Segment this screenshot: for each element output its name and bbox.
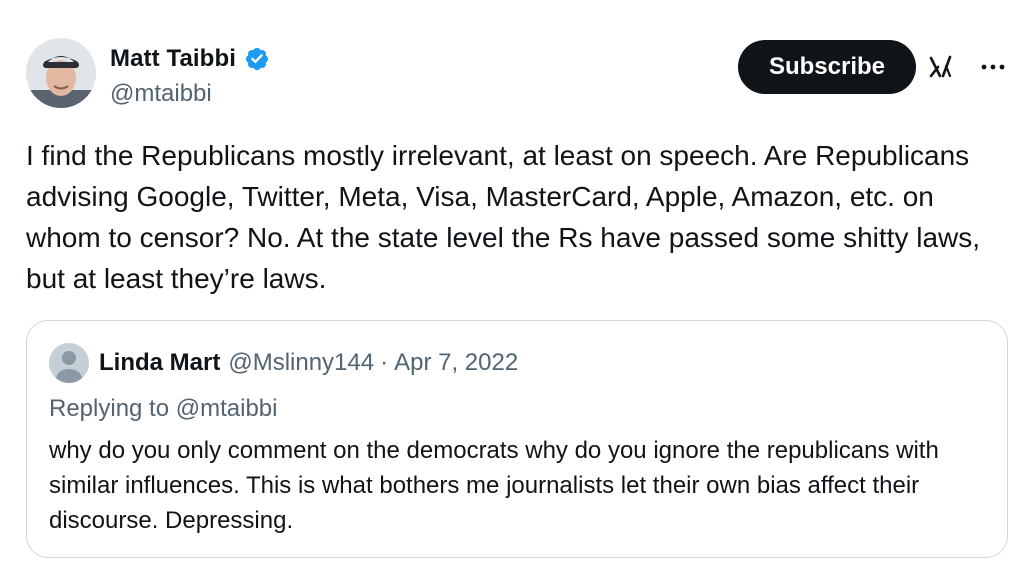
author-handle[interactable]: @mtaibbi [110, 80, 270, 108]
quoted-tweet-text: why do you only comment on the democrats… [49, 437, 939, 534]
author-avatar-image [26, 38, 96, 108]
author-display-name[interactable]: Matt Taibbi [110, 45, 236, 73]
tweet-header: Matt Taibbi @mtaibbi Subscribe [26, 38, 1008, 108]
author-avatar[interactable] [26, 38, 96, 108]
quoted-timestamp[interactable]: Apr 7, 2022 [394, 349, 518, 377]
quoted-author-avatar[interactable] [49, 343, 89, 383]
subscribe-button[interactable]: Subscribe [738, 40, 916, 94]
grok-icon[interactable] [926, 52, 956, 82]
quoted-author-display-name[interactable]: Linda Mart [99, 349, 220, 377]
verified-badge-icon [245, 47, 269, 71]
quoted-tweet-card[interactable]: Linda Mart @Mslinny144 · Apr 7, 2022 Rep… [26, 320, 1008, 558]
default-avatar-icon [49, 343, 89, 383]
replying-to-label: Replying to @mtaibbi [49, 395, 278, 422]
quoted-separator: · [380, 349, 389, 376]
tweet-text: I find the Republicans mostly irrelevant… [26, 140, 981, 294]
quoted-author-handle[interactable]: @Mslinny144 [228, 349, 374, 377]
more-options-icon[interactable] [978, 52, 1008, 82]
